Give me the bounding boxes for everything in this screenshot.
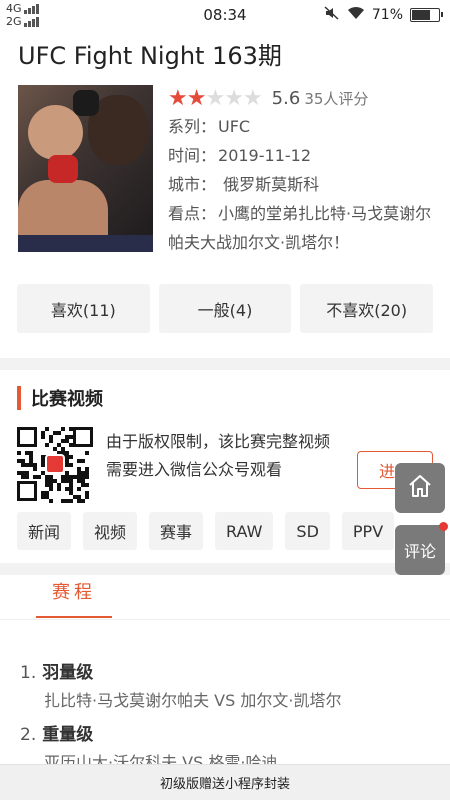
series-value: UFC — [218, 117, 251, 136]
video-section-header: 比赛视频 — [17, 385, 103, 411]
bout-number: 2. — [20, 725, 37, 745]
tab-separator — [0, 619, 450, 620]
score: 5.6 — [271, 87, 301, 109]
tag-item[interactable]: SD — [285, 512, 330, 550]
qr-code — [17, 427, 93, 503]
neutral-button[interactable]: 一般(4) — [158, 284, 292, 333]
date-value: 2019-11-12 — [218, 146, 311, 165]
highlight-row: 看点： 小鹰的堂弟扎比特·马戈莫谢尔帕夫大战加尔文·凯塔尔！ — [168, 199, 438, 257]
qr-logo-icon — [45, 454, 65, 474]
date-label: 时间： — [168, 146, 217, 165]
dislike-button[interactable]: 不喜欢(20) — [300, 284, 434, 333]
section-divider — [0, 358, 450, 370]
home-icon — [407, 473, 433, 503]
series-row: 系列： UFC — [168, 112, 438, 141]
city-value: 俄罗斯莫斯科 — [223, 175, 320, 194]
star-filled-icon: ★ — [168, 85, 188, 111]
tab-indicator — [36, 616, 112, 618]
notice-line-2: 需要进入微信公众号观看 — [106, 460, 283, 479]
tag-item[interactable]: 新闻 — [17, 512, 72, 550]
tag-item[interactable]: RAW — [215, 512, 274, 550]
rating: ★★★★★ 5.6 35人评分 — [168, 84, 438, 112]
star-filled-icon: ★ — [186, 85, 207, 111]
event-poster — [18, 85, 153, 252]
vote-buttons: 喜欢(11) 一般(4) 不喜欢(20) — [17, 284, 434, 333]
bout-number: 1. — [20, 663, 37, 683]
city-label: 城市： — [168, 175, 217, 194]
tag-item[interactable]: 赛事 — [149, 512, 204, 550]
battery-icon — [410, 8, 443, 22]
weight-class: 羽量级 — [42, 663, 94, 683]
weight-class: 重量级 — [42, 725, 94, 745]
star-empty-icon: ★ — [242, 85, 263, 111]
wifi-icon — [347, 6, 365, 24]
series-label: 系列： — [168, 117, 217, 136]
status-icons: 71% — [324, 6, 443, 24]
notification-dot — [439, 522, 448, 531]
tab-schedule[interactable]: 赛程 — [36, 578, 112, 604]
highlight-label: 看点： — [168, 204, 217, 223]
home-button[interactable] — [395, 463, 445, 513]
city-row: 城市： 俄罗斯莫斯科 — [168, 170, 438, 199]
bout-item[interactable]: 1. 羽量级 扎比特·马戈莫谢尔帕夫 VS 加尔文·凯塔尔 — [20, 658, 341, 711]
status-bar: 4G 2G 08:34 71% — [0, 0, 450, 30]
copyright-notice: 由于版权限制，该比赛完整视频 需要进入微信公众号观看 — [106, 428, 330, 484]
comment-label: 评论 — [403, 542, 436, 561]
star-rating: ★★★★★ — [168, 85, 263, 111]
battery-percent: 71% — [371, 7, 403, 23]
star-empty-icon: ★ — [224, 85, 244, 111]
notice-line-1: 由于版权限制，该比赛完整视频 — [106, 432, 331, 451]
like-button[interactable]: 喜欢(11) — [17, 284, 150, 333]
event-info: ★★★★★ 5.6 35人评分 系列： UFC 时间： 2019-11-12 城市：… — [168, 84, 438, 257]
star-empty-icon: ★ — [205, 85, 225, 111]
event-title: UFC Fight Night 163期 — [18, 42, 282, 70]
section-divider — [0, 563, 450, 575]
video-section-title: 比赛视频 — [31, 389, 103, 410]
section-accent-bar — [17, 386, 21, 410]
vote-count: 35人评分 — [304, 89, 369, 108]
footer-banner[interactable]: 初级版赠送小程序封装 — [0, 764, 450, 800]
mute-icon — [324, 6, 340, 24]
tag-item[interactable]: 视频 — [83, 512, 138, 550]
date-row: 时间： 2019-11-12 — [168, 141, 438, 170]
comment-button[interactable]: 评论 — [395, 522, 448, 575]
tag-list: 新闻 视频 赛事 RAW SD PPV — [17, 512, 395, 550]
bout-fighters: 扎比特·马戈莫谢尔帕夫 VS 加尔文·凯塔尔 — [44, 691, 342, 710]
tag-item[interactable]: PPV — [341, 512, 395, 550]
